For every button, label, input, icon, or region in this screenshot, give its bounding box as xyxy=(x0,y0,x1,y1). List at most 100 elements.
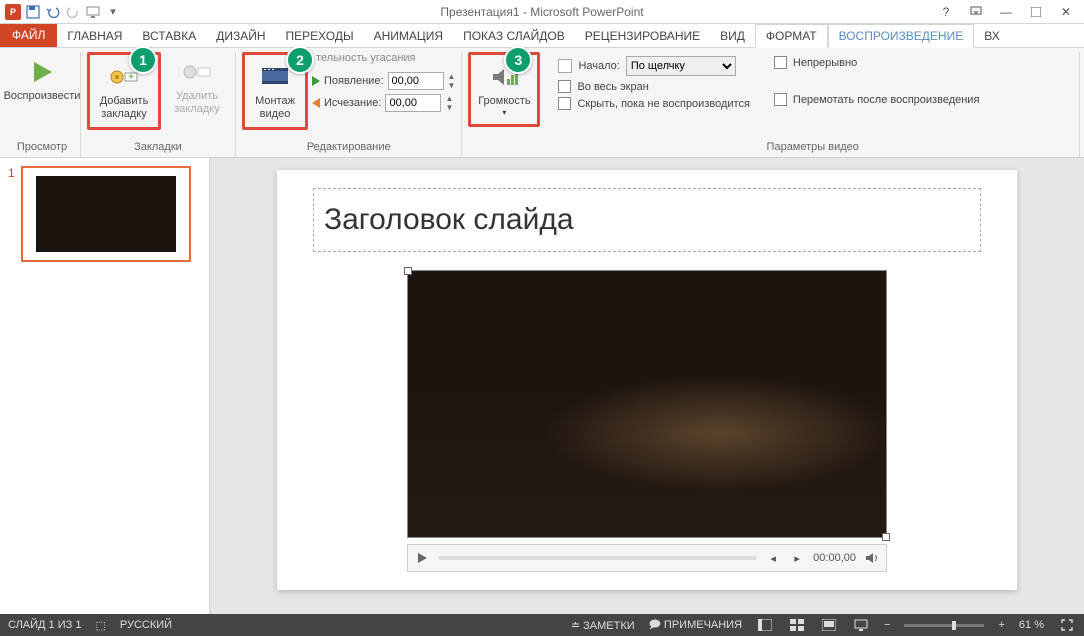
tab-slideshow[interactable]: ПОКАЗ СЛАЙДОВ xyxy=(453,25,575,47)
fit-view-icon[interactable] xyxy=(1058,618,1076,632)
zoom-slider[interactable] xyxy=(904,624,984,627)
fade-out-label: Исчезание: xyxy=(324,97,381,109)
tab-overflow[interactable]: Вх xyxy=(974,25,1009,47)
rewind-row[interactable]: Перемотать после воспроизведения xyxy=(774,93,980,106)
titlebar: P ▾ Презентация1 - Microsoft PowerPoint … xyxy=(0,0,1084,24)
hide-checkbox[interactable] xyxy=(558,97,571,110)
group-preview-label: Просмотр xyxy=(17,141,67,155)
zoom-level[interactable]: 61 % xyxy=(1019,619,1044,631)
reading-view-icon[interactable] xyxy=(820,618,838,632)
tab-transitions[interactable]: ПЕРЕХОДЫ xyxy=(276,25,364,47)
loop-row[interactable]: Непрерывно xyxy=(774,56,980,69)
quick-access-toolbar: P ▾ xyxy=(0,3,122,21)
close-button[interactable]: ✕ xyxy=(1052,3,1080,21)
hide-row[interactable]: Скрыть, пока не воспроизводится xyxy=(558,97,749,110)
fade-in-label: Появление: xyxy=(324,75,384,87)
group-bookmarks-label: Закладки xyxy=(134,141,182,155)
tab-insert[interactable]: ВСТАВКА xyxy=(132,25,206,47)
fade-out-icon xyxy=(312,98,320,108)
slide-canvas[interactable]: Заголовок слайда ◂ ▸ 00:00,00 xyxy=(277,170,1017,590)
slide-thumbnail-1[interactable] xyxy=(21,166,191,262)
qat-dropdown-icon[interactable]: ▾ xyxy=(104,3,122,21)
start-row: Начало: По щелчку xyxy=(558,56,749,76)
media-progress[interactable] xyxy=(438,556,757,560)
window-title: Презентация1 - Microsoft PowerPoint xyxy=(440,5,643,19)
loop-checkbox[interactable] xyxy=(774,56,787,69)
tab-home[interactable]: ГЛАВНАЯ xyxy=(57,25,132,47)
callout-1: 1 xyxy=(129,46,157,74)
status-slide-count: СЛАЙД 1 ИЗ 1 xyxy=(8,619,81,631)
media-controls: ◂ ▸ 00:00,00 xyxy=(407,544,887,572)
tab-view[interactable]: ВИД xyxy=(710,25,755,47)
start-select[interactable]: По щелчку xyxy=(626,56,736,76)
slide-editor[interactable]: Заголовок слайда ◂ ▸ 00:00,00 xyxy=(210,158,1084,614)
tab-format[interactable]: ФОРМАТ xyxy=(755,24,828,48)
fullscreen-row[interactable]: Во весь экран xyxy=(558,80,749,93)
save-icon[interactable] xyxy=(24,3,42,21)
media-step-fwd-icon[interactable]: ▸ xyxy=(789,552,805,565)
comments-button[interactable]: 🗩 ПРИМЕЧАНИЯ xyxy=(649,616,742,635)
tab-animations[interactable]: АНИМАЦИЯ xyxy=(364,25,453,47)
zoom-out-button[interactable]: − xyxy=(884,619,890,631)
fade-in-input[interactable] xyxy=(388,72,444,90)
slideshow-view-icon[interactable] xyxy=(852,618,870,632)
statusbar: СЛАЙД 1 ИЗ 1 ⬚ РУССКИЙ ≐ ЗАМЕТКИ 🗩 ПРИМЕ… xyxy=(0,614,1084,636)
spinner-icon[interactable]: ▲▼ xyxy=(445,94,453,112)
status-language[interactable]: РУССКИЙ xyxy=(120,619,172,631)
remove-bookmark-icon xyxy=(181,56,213,88)
fade-in-icon xyxy=(312,76,320,86)
callout-2: 2 xyxy=(286,46,314,74)
play-label: Воспроизвести xyxy=(4,90,81,103)
undo-icon[interactable] xyxy=(44,3,62,21)
normal-view-icon[interactable] xyxy=(756,618,774,632)
tab-review[interactable]: РЕЦЕНЗИРОВАНИЕ xyxy=(575,25,710,47)
fade-out-row: Исчезание: ▲▼ xyxy=(312,94,455,112)
status-lang-icon[interactable]: ⬚ xyxy=(95,619,105,632)
ribbon-options-icon[interactable] xyxy=(962,3,990,21)
volume-label: Громкость xyxy=(478,95,530,108)
video-object[interactable] xyxy=(407,270,887,538)
trim-video-label: Монтаж видео xyxy=(249,95,301,121)
rewind-checkbox[interactable] xyxy=(774,93,787,106)
spinner-icon[interactable]: ▲▼ xyxy=(448,72,456,90)
window-controls: ? — ✕ xyxy=(932,3,1084,21)
redo-icon[interactable] xyxy=(64,3,82,21)
fade-title: тельность угасания xyxy=(312,52,455,70)
media-step-back-icon[interactable]: ◂ xyxy=(765,552,781,565)
thumb-number: 1 xyxy=(8,166,15,606)
play-button[interactable]: Воспроизвести xyxy=(10,52,74,107)
remove-bookmark-label: Удалить закладку xyxy=(167,90,227,116)
group-editing-label: Редактирование xyxy=(307,141,391,155)
hide-label: Скрыть, пока не воспроизводится xyxy=(577,98,749,110)
zoom-in-button[interactable]: + xyxy=(998,619,1004,631)
fullscreen-label: Во весь экран xyxy=(577,81,648,93)
group-volume: 3 Громкость ▾ xyxy=(462,52,546,157)
start-icon xyxy=(558,59,572,73)
notes-button[interactable]: ≐ ЗАМЕТКИ xyxy=(571,619,635,632)
help-icon[interactable]: ? xyxy=(932,3,960,21)
slide-thumbnails-panel: 1 xyxy=(0,158,210,614)
title-placeholder[interactable]: Заголовок слайда xyxy=(313,188,981,252)
maximize-button[interactable] xyxy=(1022,3,1050,21)
svg-text:+: + xyxy=(128,72,134,83)
media-play-icon[interactable] xyxy=(414,552,430,564)
minimize-button[interactable]: — xyxy=(992,3,1020,21)
tab-design[interactable]: ДИЗАЙН xyxy=(206,25,275,47)
group-video-options-label: Параметры видео xyxy=(767,141,859,155)
video-frame-content xyxy=(408,377,886,537)
start-slideshow-icon[interactable] xyxy=(84,3,102,21)
remove-bookmark-button: Удалить закладку xyxy=(165,52,229,120)
tab-playback[interactable]: ВОСПРОИЗВЕДЕНИЕ xyxy=(828,24,975,48)
group-bookmarks: 1 + Добавить закладку Удалить закладку З… xyxy=(81,52,236,157)
thumb-preview xyxy=(36,176,176,252)
media-volume-icon[interactable] xyxy=(864,552,880,564)
group-preview: Воспроизвести Просмотр xyxy=(4,52,81,157)
loop-label: Непрерывно xyxy=(793,57,857,69)
fullscreen-checkbox[interactable] xyxy=(558,80,571,93)
media-time: 00:00,00 xyxy=(813,552,856,564)
tab-file[interactable]: ФАЙЛ xyxy=(0,23,57,47)
fade-out-input[interactable] xyxy=(385,94,441,112)
workspace: 1 Заголовок слайда ◂ ▸ 00:00,00 xyxy=(0,158,1084,614)
group-editing: 2 Монтаж видео тельность угасания Появле… xyxy=(236,52,462,157)
sorter-view-icon[interactable] xyxy=(788,618,806,632)
